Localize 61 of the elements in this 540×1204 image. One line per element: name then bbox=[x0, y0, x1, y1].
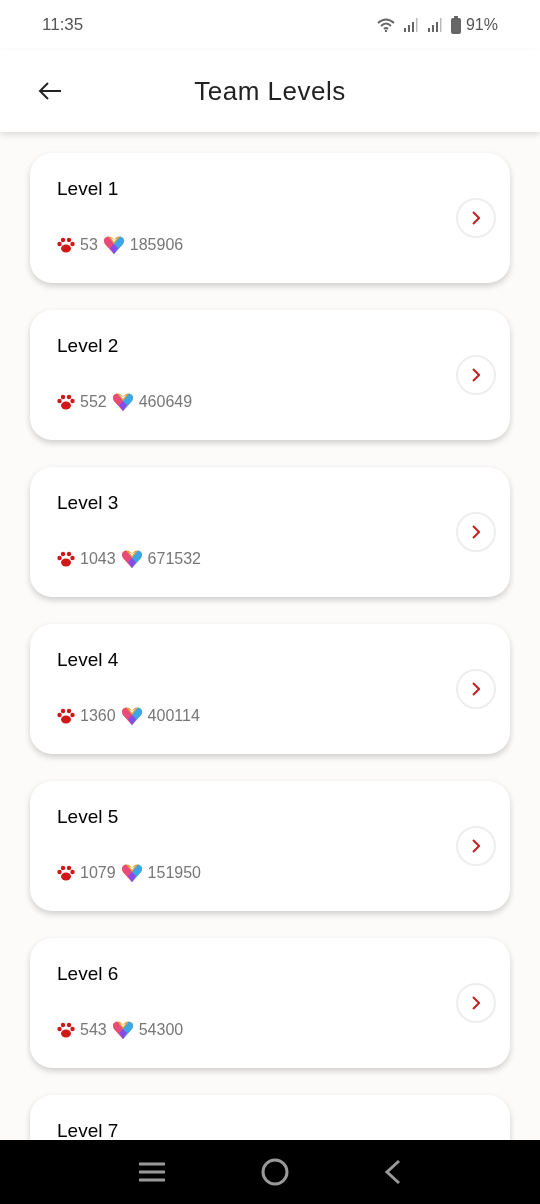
member-count: 53 bbox=[80, 234, 98, 255]
level-title: Level 6 bbox=[57, 962, 120, 986]
chevron-right-icon bbox=[472, 368, 480, 382]
home-icon[interactable] bbox=[261, 1158, 289, 1186]
level-card[interactable]: Level 2 552 460649 bbox=[30, 310, 510, 440]
level-card[interactable]: Level 5 1079 151950 bbox=[30, 781, 510, 911]
points-count: 54300 bbox=[138, 1019, 184, 1040]
signal-icon bbox=[426, 18, 443, 32]
open-level-button[interactable] bbox=[456, 669, 496, 709]
level-title: Level 1 bbox=[57, 177, 120, 201]
heart-icon bbox=[102, 234, 125, 255]
screen-title: Team Levels bbox=[194, 74, 346, 108]
paw-icon bbox=[57, 393, 75, 410]
paw-icon bbox=[57, 707, 75, 724]
points-count: 460649 bbox=[138, 391, 193, 412]
battery-icon bbox=[450, 16, 461, 34]
open-level-button[interactable] bbox=[456, 198, 496, 238]
heart-icon bbox=[111, 391, 134, 412]
heart-icon bbox=[111, 1019, 134, 1040]
points-count: 185906 bbox=[129, 234, 184, 255]
level-card[interactable]: Level 4 1360 400114 bbox=[30, 624, 510, 754]
heart-icon bbox=[120, 705, 143, 726]
level-card[interactable]: Level 3 1043 671532 bbox=[30, 467, 510, 597]
back-nav-icon[interactable] bbox=[384, 1159, 403, 1185]
chevron-right-icon bbox=[472, 996, 480, 1010]
paw-icon bbox=[57, 1021, 75, 1038]
open-level-button[interactable] bbox=[456, 826, 496, 866]
open-level-button[interactable] bbox=[456, 512, 496, 552]
battery-percent: 91% bbox=[465, 15, 498, 35]
member-count: 1043 bbox=[80, 548, 116, 569]
chevron-right-icon bbox=[472, 525, 480, 539]
level-title: Level 3 bbox=[57, 491, 120, 515]
chevron-right-icon bbox=[472, 682, 480, 696]
level-title: Level 2 bbox=[57, 334, 120, 358]
recent-apps-icon[interactable] bbox=[137, 1161, 166, 1183]
paw-icon bbox=[57, 864, 75, 881]
level-card[interactable]: Level 1 53 185906 bbox=[30, 153, 510, 283]
paw-icon bbox=[57, 550, 75, 567]
member-count: 1360 bbox=[80, 705, 116, 726]
points-count: 671532 bbox=[147, 548, 201, 569]
member-count: 552 bbox=[80, 391, 107, 412]
level-title: Level 7 bbox=[57, 1119, 120, 1140]
level-title: Level 5 bbox=[57, 805, 120, 829]
points-count: 400114 bbox=[147, 705, 200, 726]
points-count: 151950 bbox=[147, 862, 201, 883]
back-arrow-icon bbox=[38, 81, 62, 101]
chevron-right-icon bbox=[472, 839, 480, 853]
status-time: 11:35 bbox=[42, 14, 84, 37]
heart-icon bbox=[120, 862, 143, 883]
level-card[interactable]: Level 7 bbox=[30, 1095, 510, 1140]
open-level-button[interactable] bbox=[456, 355, 496, 395]
wifi-icon bbox=[376, 18, 395, 32]
level-title: Level 4 bbox=[57, 648, 120, 672]
heart-icon bbox=[120, 548, 143, 569]
signal-icon bbox=[402, 18, 419, 32]
chevron-right-icon bbox=[472, 211, 480, 225]
member-count: 543 bbox=[80, 1019, 107, 1040]
open-level-button[interactable] bbox=[456, 983, 496, 1023]
level-card[interactable]: Level 6 543 54300 bbox=[30, 938, 510, 1068]
paw-icon bbox=[57, 236, 75, 253]
member-count: 1079 bbox=[80, 862, 116, 883]
